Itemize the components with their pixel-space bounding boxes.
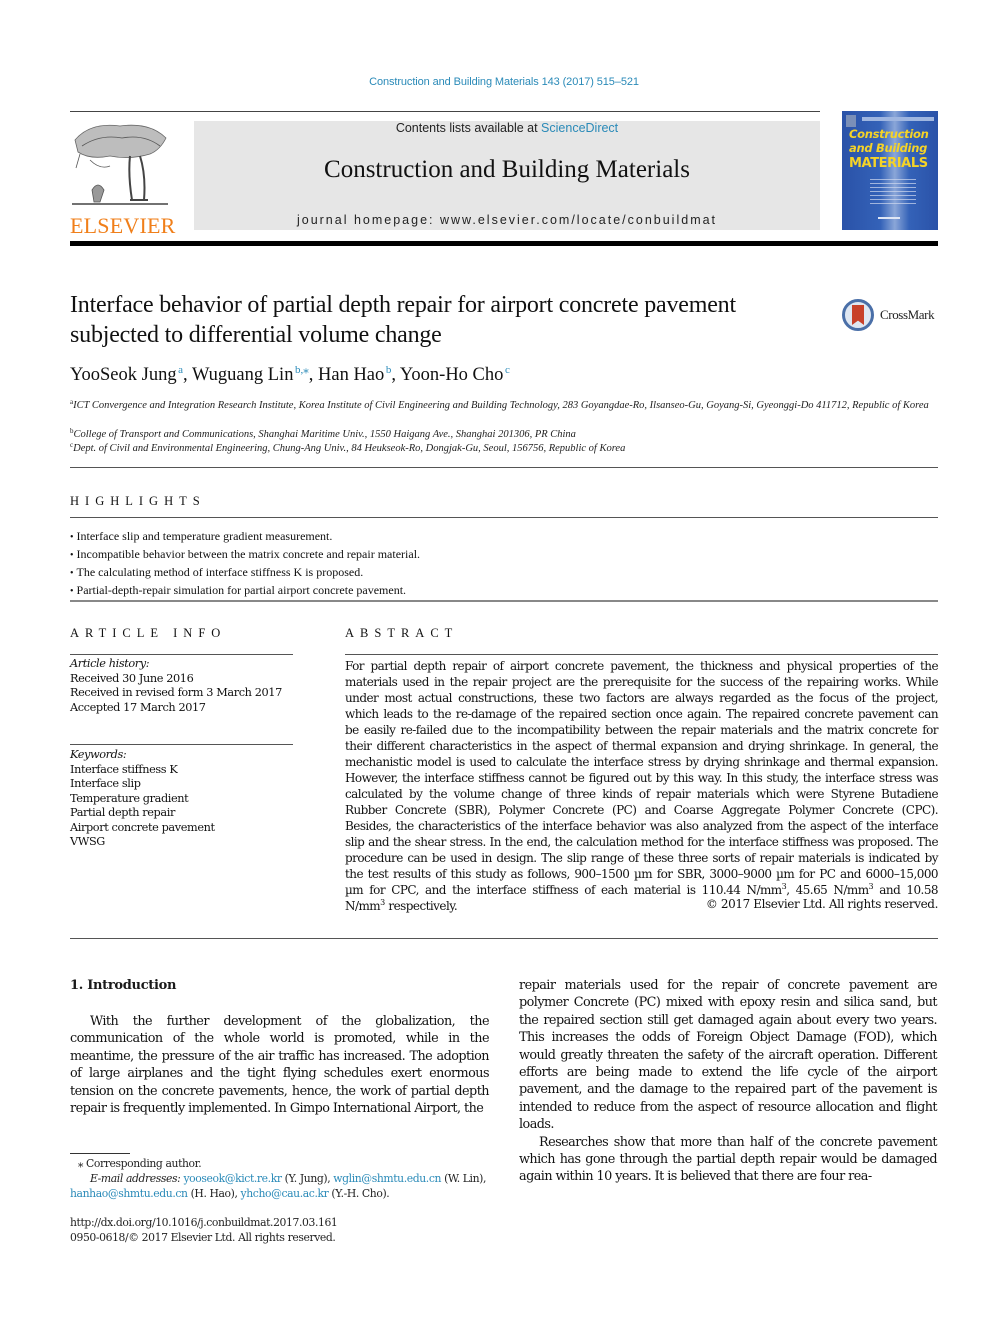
elsevier-wordmark: ELSEVIER [70, 213, 176, 238]
cover-top-bar [862, 117, 934, 121]
divider [70, 654, 293, 655]
keyword: Interface slip [70, 777, 141, 790]
keyword: Temperature gradient [70, 791, 189, 805]
footnote-rule [70, 1153, 130, 1154]
masthead-top-rule [70, 111, 820, 112]
journal-cover-image[interactable]: Construction and Building MATERIALS [842, 111, 938, 230]
keyword: Partial depth repair [70, 806, 175, 819]
author[interactable]: Wuguang Lin b,⁎ [192, 364, 309, 385]
crossmark-label: CrossMark [880, 307, 935, 322]
highlights-heading: HIGHLIGHTS [70, 494, 206, 508]
author[interactable]: YooSeok Jung a [70, 364, 183, 385]
keyword: Airport concrete pavement [70, 820, 215, 834]
cover-subtitle-text [870, 179, 916, 205]
highlight-item: Incompatible behavior between the matrix… [70, 546, 938, 564]
contents-line: Contents lists available at ScienceDirec… [194, 121, 820, 135]
author[interactable]: Han Hao b [318, 364, 391, 385]
issn-copyright: 0950-0618/© 2017 Elsevier Ltd. All right… [70, 1231, 336, 1244]
affiliation: cDept. of Civil and Environmental Engine… [70, 441, 626, 454]
section-heading: 1. Introduction [70, 978, 177, 993]
article-history: Article history: Received 30 June 2016 R… [70, 657, 293, 715]
email-link[interactable]: yhcho@cau.ac.kr [241, 1187, 329, 1200]
cover-emblem-icon [846, 115, 856, 127]
paragraph: repair materials used for the repair of … [519, 978, 938, 1133]
divider [345, 654, 938, 655]
highlights-list: Interface slip and temperature gradient … [70, 528, 938, 600]
author[interactable]: Yoon-Ho Cho c [400, 364, 510, 385]
paragraph: Researches show that more than half of t… [519, 1134, 938, 1185]
email-link[interactable]: yooseok@kict.re.kr [183, 1172, 282, 1185]
abstract-copyright: © 2017 Elsevier Ltd. All rights reserved… [705, 897, 939, 911]
cover-publisher-mark [878, 217, 900, 219]
contents-prefix: Contents lists available at [395, 121, 542, 135]
divider [70, 467, 938, 468]
history-label: Article history: [70, 657, 150, 670]
history-item: Received 30 June 2016 [70, 671, 194, 685]
abstract-heading: ABSTRACT [345, 626, 459, 640]
elsevier-logo[interactable]: ELSEVIER [70, 120, 175, 237]
divider [70, 600, 938, 602]
keywords-label: Keywords: [70, 748, 127, 761]
crossmark-button[interactable]: CrossMark [842, 297, 942, 333]
doi-link[interactable]: http://dx.doi.org/10.1016/j.conbuildmat.… [70, 1215, 500, 1230]
history-item: Received in revised form 3 March 2017 [70, 686, 282, 699]
journal-title: Construction and Building Materials [324, 156, 690, 183]
article-title: Interface behavior of partial depth repa… [70, 292, 736, 348]
highlight-item: Interface slip and temperature gradient … [70, 528, 938, 546]
abstract-text: For partial depth repair of airport conc… [345, 659, 939, 913]
masthead-bottom-rule [70, 241, 938, 246]
affiliation: aICT Convergence and Integration Researc… [70, 398, 929, 411]
sciencedirect-link[interactable]: ScienceDirect [541, 121, 618, 135]
keywords: Keywords: Interface stiffness K Interfac… [70, 748, 293, 850]
corresponding-author-note: ⁎ Corresponding author. [78, 1157, 202, 1170]
email-addresses: E-mail addresses: yooseok@kict.re.kr (Y.… [70, 1172, 486, 1200]
email-link[interactable]: hanhao@shmtu.edu.cn [70, 1187, 188, 1200]
highlight-item: The calculating method of interface stif… [70, 564, 938, 582]
divider [70, 517, 938, 518]
paragraph: With the further development of the glob… [70, 1014, 490, 1117]
cover-line-1: Construction [849, 127, 929, 141]
journal-citation-link[interactable]: Construction and Building Materials 143 … [0, 76, 992, 88]
email-link[interactable]: wglin@shmtu.edu.cn [333, 1172, 441, 1185]
journal-homepage[interactable]: journal homepage: www.elsevier.com/locat… [194, 213, 820, 227]
crossmark-icon [842, 299, 874, 331]
cover-line-2: and Building [849, 141, 928, 155]
divider [70, 938, 938, 939]
highlight-item: Partial-depth-repair simulation for part… [70, 582, 938, 600]
body-column-left: With the further development of the glob… [70, 1013, 490, 1117]
divider [70, 744, 293, 745]
keyword: VWSG [70, 835, 105, 848]
article-info-heading: ARTICLE INFO [70, 626, 227, 640]
author-list: YooSeok Jung a, Wuguang Lin b,⁎, Han Hao… [70, 364, 510, 385]
cover-title: Construction and Building [849, 127, 929, 155]
keyword: Interface stiffness K [70, 762, 178, 776]
elsevier-tree-icon [72, 124, 168, 205]
history-item: Accepted 17 March 2017 [70, 700, 206, 714]
cover-line-3: MATERIALS [849, 156, 928, 171]
body-column-right: repair materials used for the repair of … [519, 977, 938, 1186]
